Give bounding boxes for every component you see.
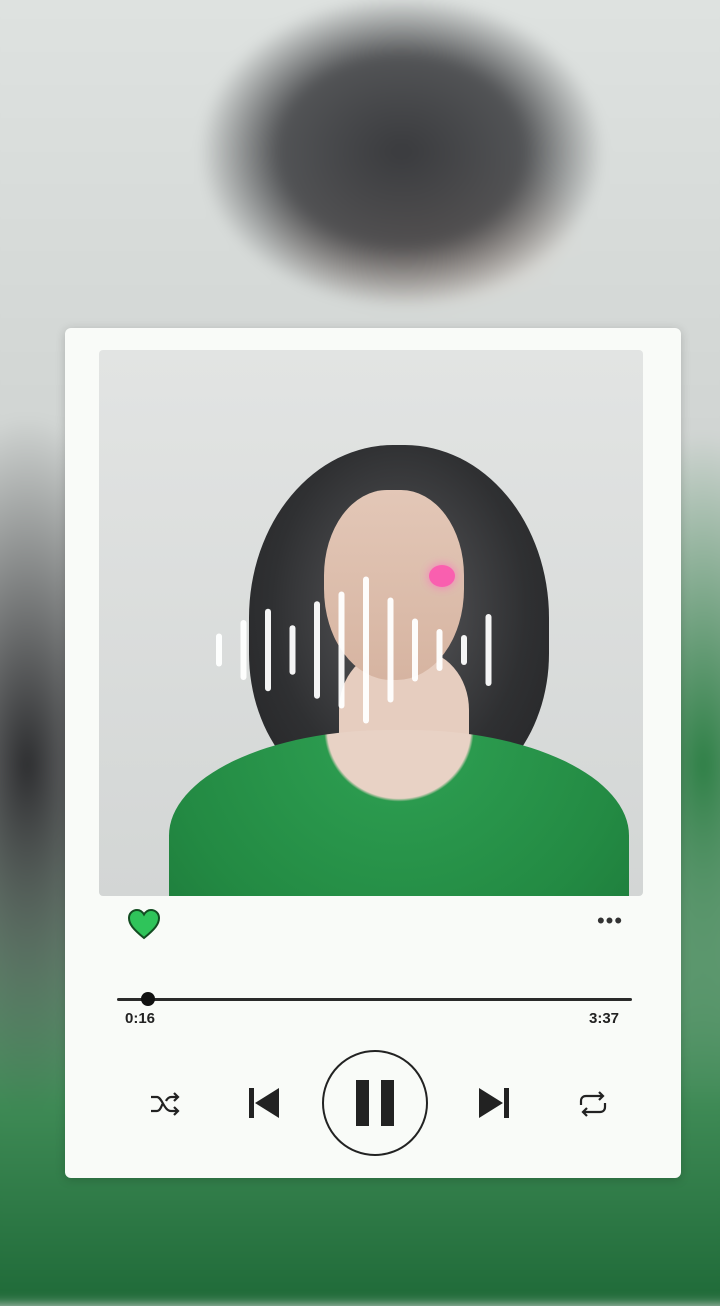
pause-icon [356,1080,394,1126]
waveform-bar [387,597,394,703]
playback-controls [65,1043,681,1163]
music-player-card: ••• 0:16 3:37 [65,328,681,1178]
repeat-icon [579,1091,607,1117]
waveform-bar [461,635,467,665]
waveform-bar [363,576,369,724]
track-meta-row: ••• [65,908,681,948]
repeat-button[interactable] [577,1091,609,1117]
waveform-bar [265,608,271,692]
album-cover [99,350,643,896]
next-button[interactable] [477,1086,511,1120]
waveform-bar [485,614,492,686]
pause-button[interactable] [322,1050,428,1156]
elapsed-time: 0:16 [125,1010,156,1027]
previous-button[interactable] [247,1086,281,1120]
total-duration: 3:37 [589,1010,620,1027]
heart-icon[interactable] [127,908,161,940]
skip-forward-icon [479,1088,509,1118]
seek-thumb[interactable] [140,992,155,1006]
waveform-bar [338,591,345,709]
waveform-bar [240,620,247,680]
skip-back-icon [249,1088,279,1118]
waveform-bar [216,633,222,667]
waveform-bar [436,629,443,671]
waveform-bar [314,601,320,699]
seek-track [117,998,632,1001]
waveform-bar [289,625,296,675]
audio-waveform-visualizer [216,576,492,724]
seek-bar[interactable] [117,992,632,1008]
shuffle-button[interactable] [149,1091,181,1117]
more-options-icon[interactable]: ••• [590,910,630,936]
shuffle-icon [151,1092,180,1116]
waveform-bar [412,618,418,682]
